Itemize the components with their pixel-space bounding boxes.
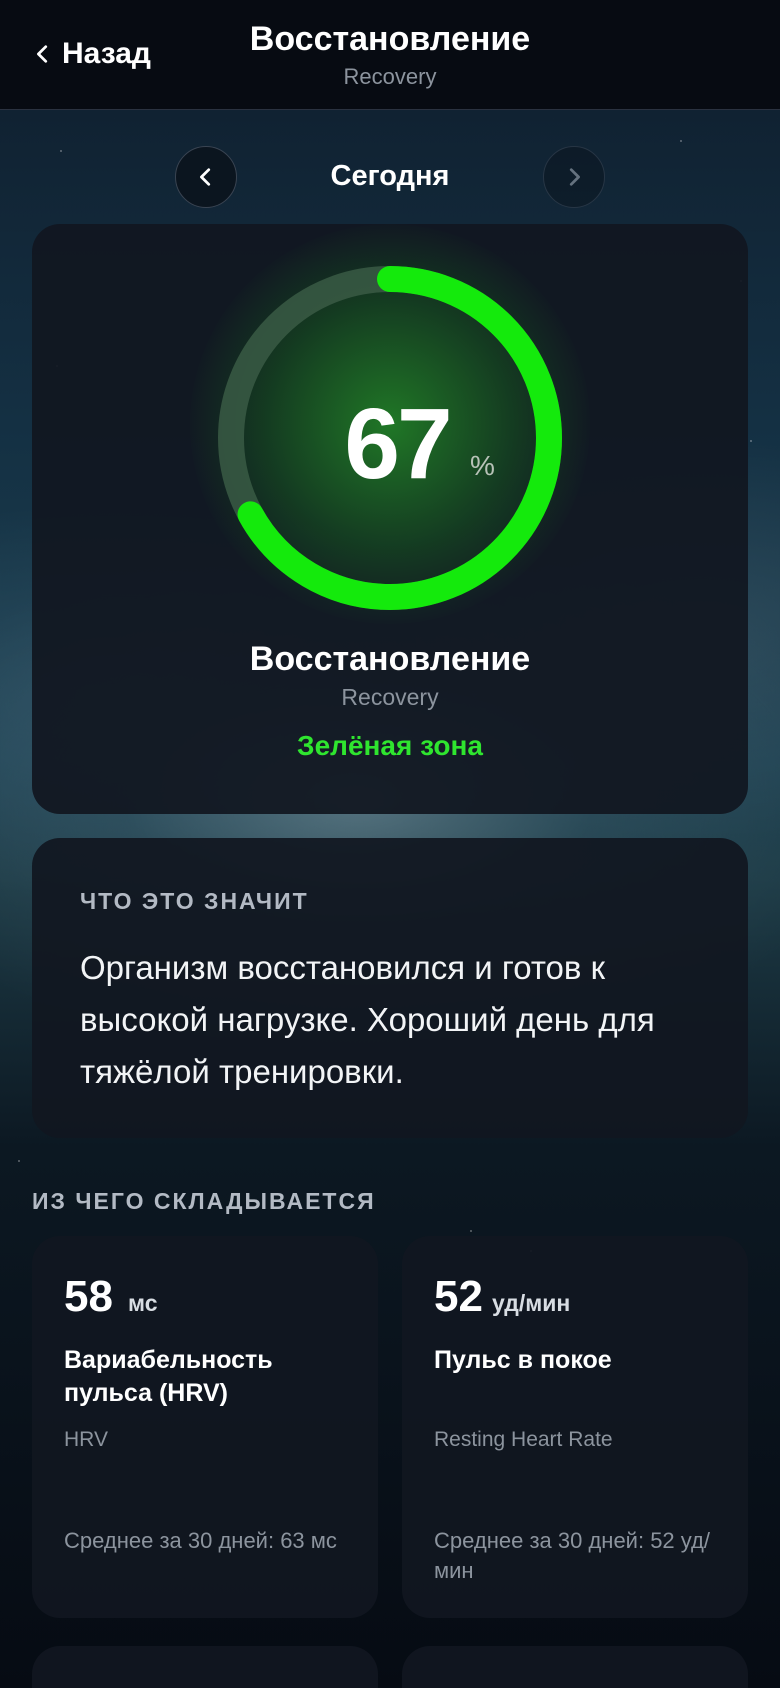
star-decoration [18, 1160, 20, 1162]
star-decoration [60, 150, 62, 152]
metric-card-partial[interactable] [32, 1646, 378, 1688]
date-label: Сегодня [330, 160, 450, 192]
chevron-right-icon [569, 168, 580, 186]
metric-name-en: Resting Heart Rate [434, 1428, 613, 1451]
meaning-text: Организм восстановился и готов к высокой… [80, 949, 655, 1090]
score-subtitle: Recovery [341, 684, 439, 710]
star-decoration [750, 440, 752, 442]
metric-value: 58 [64, 1272, 113, 1321]
page-title: Восстановление [249, 20, 531, 58]
metric-unit: уд/мин [492, 1290, 571, 1316]
app-header: Назад Восстановление Recovery [0, 0, 780, 110]
score-title: Восстановление [249, 640, 531, 678]
page-subtitle: Recovery [343, 64, 437, 89]
meaning-heading: ЧТО ЭТО ЗНАЧИТ [80, 888, 309, 914]
metric-name: Пульс в покое [434, 1346, 612, 1374]
recovery-score-card: 67 % Восстановление Recovery Зелёная зон… [32, 224, 748, 814]
score-value: 67 [344, 388, 452, 500]
resting-heart-rate-card[interactable]: 52 уд/мин Пульс в покое Resting Heart Ra… [402, 1236, 748, 1618]
metric-value: 52 [434, 1272, 483, 1321]
metric-name-en: HRV [64, 1428, 108, 1451]
meaning-card: ЧТО ЭТО ЗНАЧИТ Организм восстановился и … [32, 838, 748, 1138]
zone-label: Зелёная зона [297, 730, 483, 761]
metric-name: Вариабельность пульса (HRV) [64, 1346, 273, 1407]
metric-card-partial[interactable] [402, 1646, 748, 1688]
metric-unit: мс [128, 1290, 158, 1316]
star-decoration [680, 140, 682, 142]
hrv-metric-card[interactable]: 58 мс Вариабельность пульса (HRV) HRV Ср… [32, 1236, 378, 1618]
score-unit: % [470, 450, 495, 481]
star-decoration [470, 1230, 472, 1232]
next-day-button[interactable] [543, 146, 605, 208]
metric-average: Среднее за 30 дней: 52 уд/мин [434, 1528, 710, 1583]
components-heading: ИЗ ЧЕГО СКЛАДЫВАЕТСЯ [32, 1188, 376, 1214]
metric-average: Среднее за 30 дней: 63 мс [64, 1528, 337, 1553]
